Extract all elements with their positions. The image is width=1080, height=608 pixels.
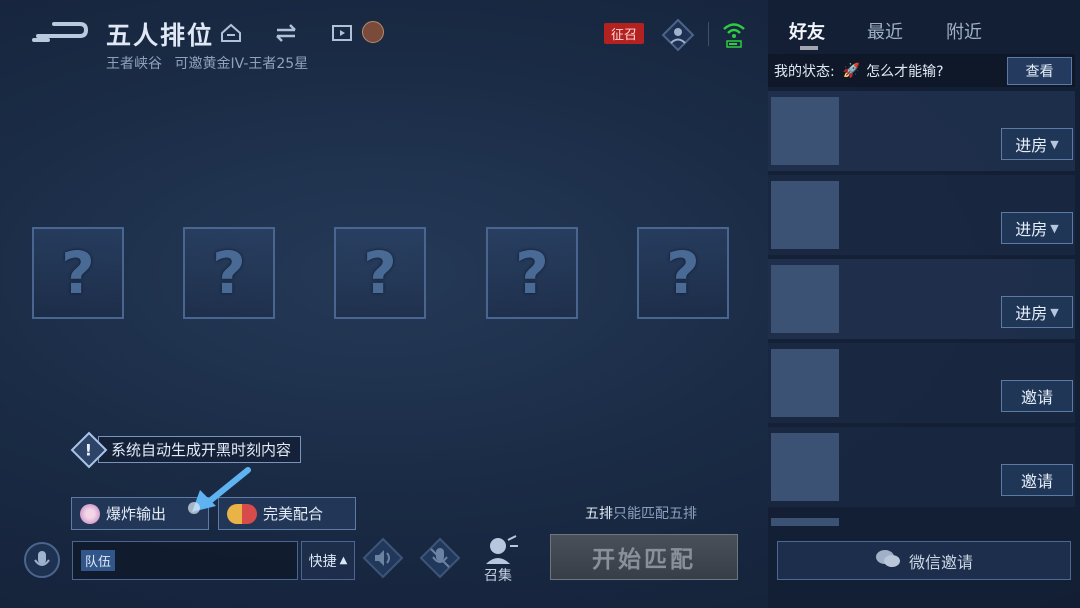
chevron-up-icon: ▲ (339, 555, 348, 566)
team-slot-5[interactable]: ? (637, 227, 729, 319)
auto-moment-tip-text: 系统自动生成开黑时刻内容 (98, 436, 302, 463)
voice-input-button[interactable] (24, 542, 60, 578)
summon-label: 召集 (484, 568, 512, 584)
join-room-button[interactable]: 进房 ▼ (1001, 212, 1073, 244)
guide-arrow-icon (186, 466, 252, 516)
mode-subtitle: 王者峡谷 可邀黄金IV-王者25星 (106, 53, 316, 73)
team-chat-input[interactable]: 队伍 (72, 541, 298, 580)
invite-tag[interactable]: 征召 (604, 23, 644, 44)
tab-friends[interactable]: 好友 (789, 18, 825, 44)
rocket-icon: 🚀 (842, 62, 861, 79)
channel-tag: 队伍 (81, 550, 116, 571)
tab-nearby[interactable]: 附近 (946, 18, 982, 44)
auto-moment-tip: ! 系统自动生成开黑时刻内容 (70, 431, 302, 468)
moment-combo-label: 完美配合 (263, 505, 324, 523)
invite-friend-button[interactable]: 邀请 (1001, 464, 1073, 496)
rank-range: 可邀黄金IV-王者25星 (174, 56, 309, 72)
friend-avatar (771, 97, 839, 165)
unknown-player-icon: ? (212, 239, 246, 307)
chevron-down-icon: ▼ (1050, 221, 1059, 235)
voice-setting-icon[interactable] (660, 17, 696, 53)
microphone-icon (34, 551, 50, 566)
join-room-button[interactable]: 进房 ▼ (1001, 128, 1073, 160)
chevron-down-icon: ▼ (1050, 137, 1059, 151)
speaker-icon (362, 537, 404, 579)
back-button[interactable] (30, 16, 90, 50)
replay-icon[interactable] (328, 19, 356, 47)
chevron-down-icon: ▼ (1050, 305, 1059, 319)
friend-avatar (771, 349, 839, 417)
mic-toggle-button[interactable] (418, 536, 462, 580)
wechat-icon (875, 549, 901, 573)
speaker-toggle-button[interactable] (361, 536, 405, 580)
friend-avatar (771, 518, 839, 526)
mode-title: 五人排位 (106, 21, 215, 50)
hero-avatar-icon (80, 503, 100, 524)
map-name: 王者峡谷 (106, 56, 162, 72)
home-icon[interactable] (217, 19, 245, 47)
friend-avatar (771, 433, 839, 501)
header-divider (708, 22, 709, 46)
team-slot-4[interactable]: ? (486, 227, 578, 319)
tab-active-indicator (800, 46, 818, 50)
friend-avatar (771, 181, 839, 249)
friend-avatar (771, 265, 839, 333)
quick-message-button[interactable]: 快捷 ▲ (301, 541, 355, 580)
summon-icon (486, 535, 518, 564)
wifi-signal-icon (722, 20, 746, 48)
unknown-player-icon: ? (515, 239, 549, 307)
swap-icon[interactable] (272, 19, 300, 47)
player-avatar[interactable] (362, 21, 384, 43)
status-text: 怎么才能输? (866, 63, 944, 80)
wechat-invite-label: 微信邀请 (908, 552, 973, 572)
back-arrow-icon (32, 22, 89, 42)
tab-recent[interactable]: 最近 (867, 18, 903, 44)
moment-burst-label: 爆炸输出 (106, 505, 167, 523)
unknown-player-icon: ? (61, 239, 95, 307)
team-slot-3[interactable]: ? (334, 227, 426, 319)
join-room-button[interactable]: 进房 ▼ (1001, 296, 1073, 328)
wechat-invite-button[interactable]: 微信邀请 (777, 541, 1071, 580)
unknown-player-icon: ? (666, 239, 700, 307)
mic-muted-icon (419, 537, 461, 579)
view-status-button[interactable]: 查看 (1007, 57, 1072, 85)
unknown-player-icon: ? (363, 239, 397, 307)
start-match-button[interactable]: 开始匹配 (550, 534, 738, 580)
team-slot-2[interactable]: ? (183, 227, 275, 319)
five-queue-note: 五排只能匹配五排 (585, 506, 697, 522)
team-slot-1[interactable]: ? (32, 227, 124, 319)
status-prefix: 我的状态: (774, 63, 835, 80)
quick-message-label: 快捷 (308, 553, 337, 570)
invite-friend-button[interactable]: 邀请 (1001, 380, 1073, 412)
